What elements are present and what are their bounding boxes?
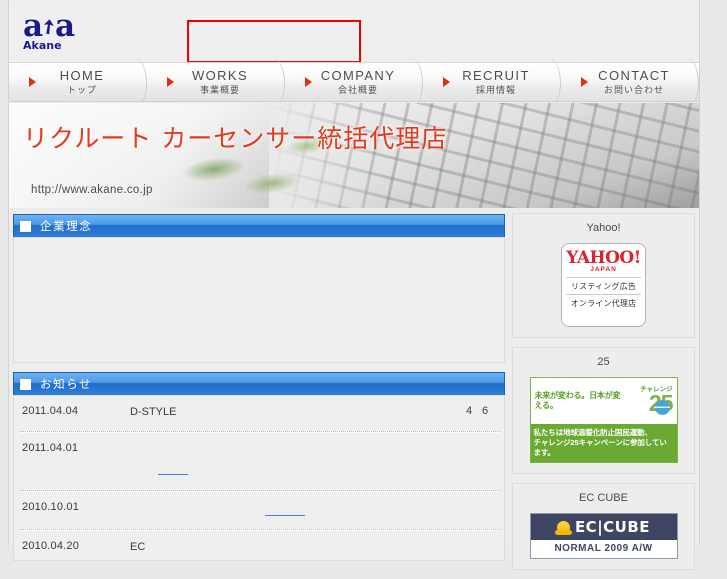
nav-label-jp: 事業概要	[199, 84, 240, 95]
globe-icon	[654, 400, 670, 416]
nav-item-works[interactable]: WORKS 事業概要	[147, 57, 285, 109]
nav-label-jp: 採用情報	[475, 84, 516, 95]
widget-caption: EC CUBE	[579, 492, 628, 505]
news-date: 2010.10.01	[22, 501, 80, 513]
eccube-banner[interactable]: EC|CUBE NORMAL 2009 A/W	[529, 513, 678, 560]
challenge25-footer: 私たちは地球温暖化防止国民運動、 チャレンジ25キャンペーンに参加しています。	[530, 424, 677, 463]
news-link[interactable]	[265, 504, 305, 516]
nav-label-jp: お問い合わせ	[603, 84, 664, 95]
challenge25-banner[interactable]: 未来が変わる。日本が変える。 チャレンジ 25 私たちは地球温暖化防止国民運動、…	[529, 377, 678, 464]
yahoo-line-1: リスティング広告	[566, 277, 641, 294]
philosophy-content	[13, 237, 505, 363]
list-item[interactable]: 2010.10.01	[14, 492, 504, 523]
challenge25-footer-line2: チャレンジ25キャンペーンに参加しています。	[533, 438, 667, 458]
hero-title: リクルート カーセンサー統括代理店	[23, 124, 448, 153]
widget-caption: 25	[597, 356, 610, 368]
site-header: a➚a Akane	[9, 1, 699, 63]
triangle-right-icon	[443, 77, 450, 87]
news-link[interactable]	[158, 463, 188, 475]
news-text: D-STYLE	[130, 406, 177, 418]
nav-item-home[interactable]: HOME トップ	[9, 57, 147, 109]
news-date: 2011.04.01	[22, 442, 79, 454]
challenge25-copy: 未来が変わる。日本が変える。	[534, 391, 621, 410]
challenge25-top: 未来が変わる。日本が変える。 チャレンジ 25	[531, 378, 677, 424]
list-item[interactable]: 2011.04.01	[14, 433, 504, 484]
nav-item-labels: CONTACT お問い合わせ	[590, 67, 670, 95]
challenge25-mark: チャレンジ 25	[623, 386, 674, 416]
section-philosophy: 企業理念	[13, 214, 505, 363]
nav-label-en: COMPANY	[320, 67, 396, 83]
eccube-wordmark: EC|CUBE	[574, 518, 651, 537]
section-title: お知らせ	[40, 377, 93, 391]
eccube-logo-icon	[554, 520, 572, 535]
nav-label-jp: トップ	[66, 84, 97, 95]
hero-url: http://www.akane.co.jp	[31, 184, 153, 196]
logo-mark: a➚a	[23, 11, 119, 42]
nav-item-company[interactable]: COMPANY 会社概要	[285, 57, 423, 109]
nav-item-labels: RECRUIT 採用情報	[454, 67, 530, 95]
news-text	[130, 442, 498, 475]
nav-label-en: CONTACT	[598, 67, 670, 83]
nav-label-en: HOME	[59, 67, 105, 83]
challenge25-footer-line1: 私たちは地球温暖化防止国民運動、	[533, 428, 653, 437]
eccube-subtitle: NORMAL 2009 A/W	[530, 540, 677, 559]
news-list: 2011.04.04 D-STYLE 4 6 2011.04.01 2010.1…	[13, 395, 505, 561]
nav-item-recruit[interactable]: RECRUIT 採用情報	[423, 57, 561, 109]
news-number-1: 4	[466, 405, 473, 417]
page-body: 企業理念 お知らせ 2011.04.04 D-STYLE 4 6 2011.04…	[9, 209, 699, 571]
section-news: お知らせ 2011.04.04 D-STYLE 4 6 2011.04.01 2…	[13, 372, 505, 561]
news-number-2: 6	[482, 405, 489, 417]
eccube-top: EC|CUBE	[531, 514, 677, 540]
main-column: 企業理念 お知らせ 2011.04.04 D-STYLE 4 6 2011.04…	[13, 214, 505, 570]
red-highlight-box	[187, 20, 361, 63]
nav-item-contact[interactable]: CONTACT お問い合わせ	[561, 57, 699, 109]
triangle-right-icon	[29, 77, 36, 87]
site-logo[interactable]: a➚a Akane	[23, 11, 119, 55]
nav-item-labels: WORKS 事業概要	[184, 67, 249, 95]
news-text: EC	[130, 541, 146, 553]
section-title: 企業理念	[40, 219, 93, 233]
yahoo-banner[interactable]: YAHOO! JAPAN リスティング広告 オンライン代理店	[561, 243, 646, 327]
news-date: 2011.04.04	[22, 405, 79, 417]
section-header-philosophy: 企業理念	[13, 214, 505, 237]
news-text	[130, 501, 498, 516]
white-square-icon	[20, 378, 31, 390]
list-item[interactable]: 2011.04.04 D-STYLE 4 6	[14, 396, 504, 425]
widget-eccube: EC CUBE EC|CUBE NORMAL 2009 A/W	[512, 483, 695, 571]
hero-banner: リクルート カーセンサー統括代理店 http://www.akane.co.jp	[9, 103, 699, 208]
yahoo-logo: YAHOO!	[566, 248, 641, 268]
yahoo-line-2: オンライン代理店	[566, 294, 641, 311]
sidebar: Yahoo! YAHOO! JAPAN リスティング広告 オンライン代理店 25…	[512, 213, 695, 579]
nav-label-en: RECRUIT	[462, 67, 530, 83]
news-date: 2010.04.20	[22, 540, 80, 552]
widget-challenge25: 25 未来が変わる。日本が変える。 チャレンジ 25 私たちは地球温暖化防止国民…	[512, 347, 695, 475]
nav-item-labels: HOME トップ	[52, 67, 105, 95]
primary-nav: HOME トップ WORKS 事業概要 COMPANY 会社概要 RECRUIT…	[9, 57, 699, 109]
nav-item-labels: COMPANY 会社概要	[313, 67, 396, 95]
white-square-icon	[20, 220, 31, 232]
section-header-news: お知らせ	[13, 372, 505, 395]
triangle-right-icon	[305, 77, 312, 87]
widget-caption: Yahoo!	[586, 222, 621, 234]
triangle-right-icon	[167, 77, 174, 87]
triangle-right-icon	[581, 77, 588, 87]
page-root: a➚a Akane HOME トップ WORKS 事業概要 COMPANY 会社…	[0, 0, 727, 571]
nav-label-jp: 会社概要	[337, 84, 378, 95]
widget-yahoo: Yahoo! YAHOO! JAPAN リスティング広告 オンライン代理店	[512, 213, 695, 338]
nav-label-en: WORKS	[191, 67, 249, 83]
list-item[interactable]: 2010.04.20 EC	[14, 531, 504, 560]
